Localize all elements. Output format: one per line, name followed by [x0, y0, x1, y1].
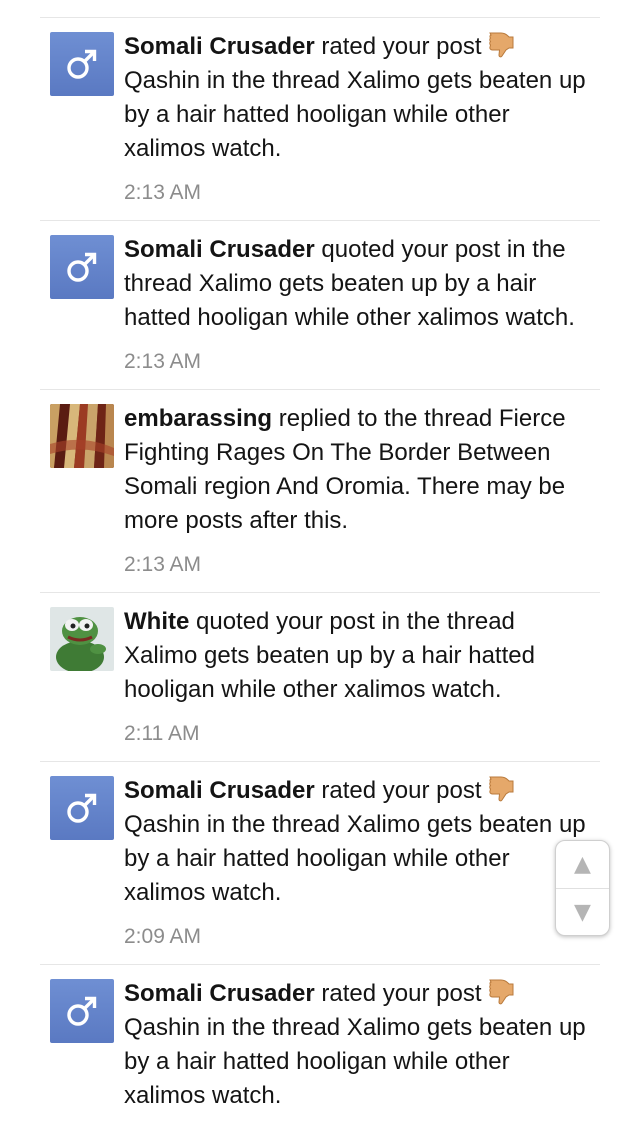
alerts-page: Somali Crusader rated your post Qashin in…: [0, 0, 640, 1136]
alert-action: rated your post: [314, 777, 482, 804]
alert-item[interactable]: Somali Crusader quoted your post in the …: [40, 221, 600, 390]
thumbs-down-icon: [488, 776, 513, 802]
alert-content: Somali Crusader quoted your post in the …: [124, 233, 600, 375]
avatar[interactable]: [50, 607, 114, 671]
alert-text: Somali Crusader quoted your post in the …: [124, 233, 600, 335]
username-link[interactable]: Somali Crusader: [124, 33, 315, 60]
alert-content-text[interactable]: Qashin in the thread Xalimo gets beaten …: [124, 67, 586, 162]
alert-text: Somali Crusader rated your post Qashin in…: [124, 774, 600, 910]
alert-item[interactable]: embarassing replied to the thread Fierce…: [40, 390, 600, 593]
alert-list: Somali Crusader rated your post Qashin in…: [40, 18, 600, 1136]
avatar[interactable]: [50, 235, 114, 299]
alert-content: embarassing replied to the thread Fierce…: [124, 402, 600, 578]
alert-action: rated your post: [314, 33, 482, 60]
thumbs-down-icon: [488, 32, 513, 58]
alert-item[interactable]: White quoted your post in the thread Xal…: [40, 593, 600, 762]
avatar[interactable]: [50, 404, 114, 468]
scroll-down-button[interactable]: ▼: [556, 889, 609, 935]
scroll-up-button[interactable]: ▲: [556, 841, 609, 889]
alert-content: Somali Crusader rated your post Qashin in…: [124, 977, 600, 1127]
male-symbol-icon: [67, 793, 97, 823]
scroll-control: ▲ ▼: [555, 840, 610, 936]
alert-text: Somali Crusader rated your post Qashin in…: [124, 977, 600, 1113]
alert-item[interactable]: Somali Crusader rated your post Qashin in…: [40, 762, 600, 965]
username-link[interactable]: Somali Crusader: [124, 236, 315, 263]
alert-content: Somali Crusader rated your post Qashin in…: [124, 30, 600, 206]
alert-time: 2:11 AM: [124, 722, 200, 745]
avatar[interactable]: [50, 776, 114, 840]
username-link[interactable]: White: [124, 608, 189, 635]
alert-time: 2:13 AM: [124, 181, 202, 204]
alert-action: rated your post: [314, 980, 482, 1007]
alert-content-text[interactable]: Qashin in the thread Xalimo gets beaten …: [124, 811, 586, 906]
male-symbol-icon: [67, 252, 97, 282]
alert-time: 2:13 AM: [124, 553, 202, 576]
frog-avatar: [50, 607, 114, 671]
username-link[interactable]: Somali Crusader: [124, 777, 315, 804]
username-link[interactable]: Somali Crusader: [124, 980, 315, 1007]
avatar[interactable]: [50, 32, 114, 96]
username-link[interactable]: embarassing: [124, 405, 272, 432]
alert-content-text[interactable]: Qashin in the thread Xalimo gets beaten …: [124, 1014, 586, 1109]
abstract-painting-avatar: [50, 404, 114, 468]
alert-content: White quoted your post in the thread Xal…: [124, 605, 600, 747]
male-symbol-icon: [67, 49, 97, 79]
alert-content: Somali Crusader rated your post Qashin in…: [124, 774, 600, 950]
alert-item[interactable]: Somali Crusader rated your post Qashin in…: [40, 965, 600, 1136]
alert-time: 2:13 AM: [124, 350, 202, 373]
alert-text: Somali Crusader rated your post Qashin in…: [124, 30, 600, 166]
alert-text: embarassing replied to the thread Fierce…: [124, 402, 600, 538]
male-symbol-icon: [67, 996, 97, 1026]
avatar[interactable]: [50, 979, 114, 1043]
alert-item[interactable]: Somali Crusader rated your post Qashin in…: [40, 18, 600, 221]
alert-time: 2:09 AM: [124, 925, 202, 948]
alert-text: White quoted your post in the thread Xal…: [124, 605, 600, 707]
thumbs-down-icon: [488, 979, 513, 1005]
